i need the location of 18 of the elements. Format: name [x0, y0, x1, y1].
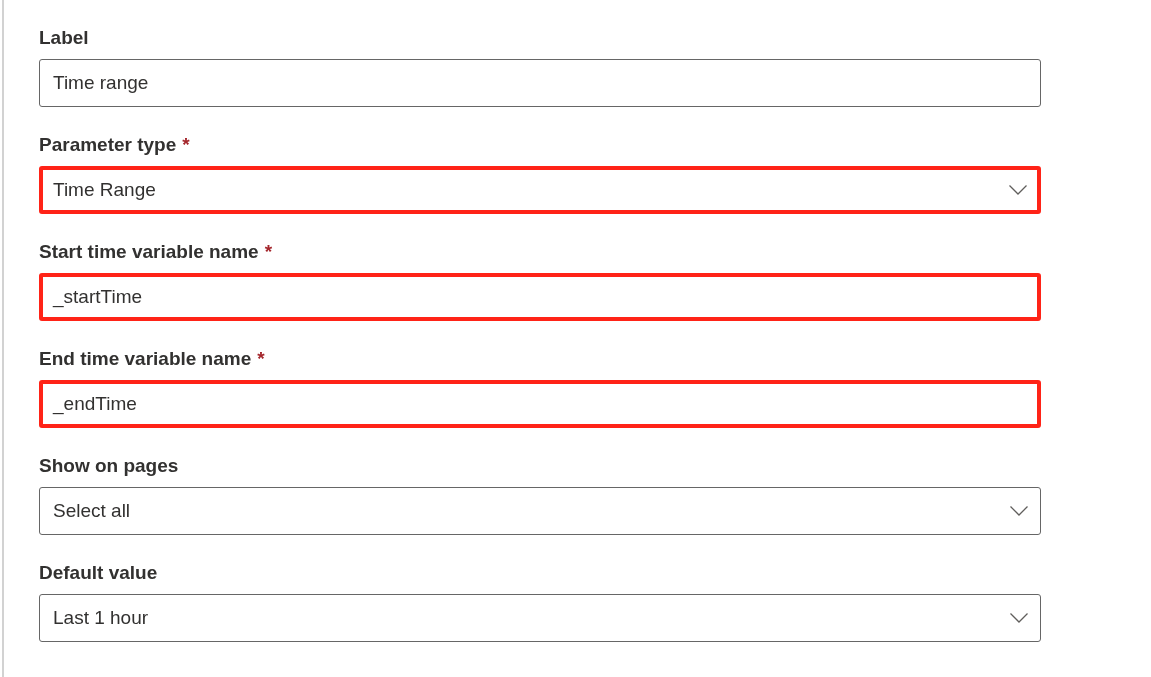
text-input[interactable]: _endTime [39, 380, 1041, 428]
required-asterisk: * [182, 133, 190, 157]
chevron-down-icon [1010, 506, 1028, 516]
field-label: Parameter type [39, 133, 177, 157]
chevron-down-icon [1009, 185, 1027, 195]
dropdown[interactable]: Time Range [39, 166, 1041, 214]
field-label: Default value [39, 561, 158, 585]
field-label: Show on pages [39, 454, 179, 478]
field-label: Start time variable name [39, 240, 259, 264]
text-input[interactable]: _startTime [39, 273, 1041, 321]
required-asterisk: * [257, 347, 265, 371]
dropdown[interactable]: Last 1 hour [39, 594, 1041, 642]
dropdown[interactable]: Select all [39, 487, 1041, 535]
chevron-down-icon [1010, 613, 1028, 623]
required-asterisk: * [264, 240, 273, 264]
field-label: Label [39, 26, 89, 50]
field-label: End time variable name [39, 347, 252, 371]
text-input[interactable]: Time range [39, 59, 1041, 107]
